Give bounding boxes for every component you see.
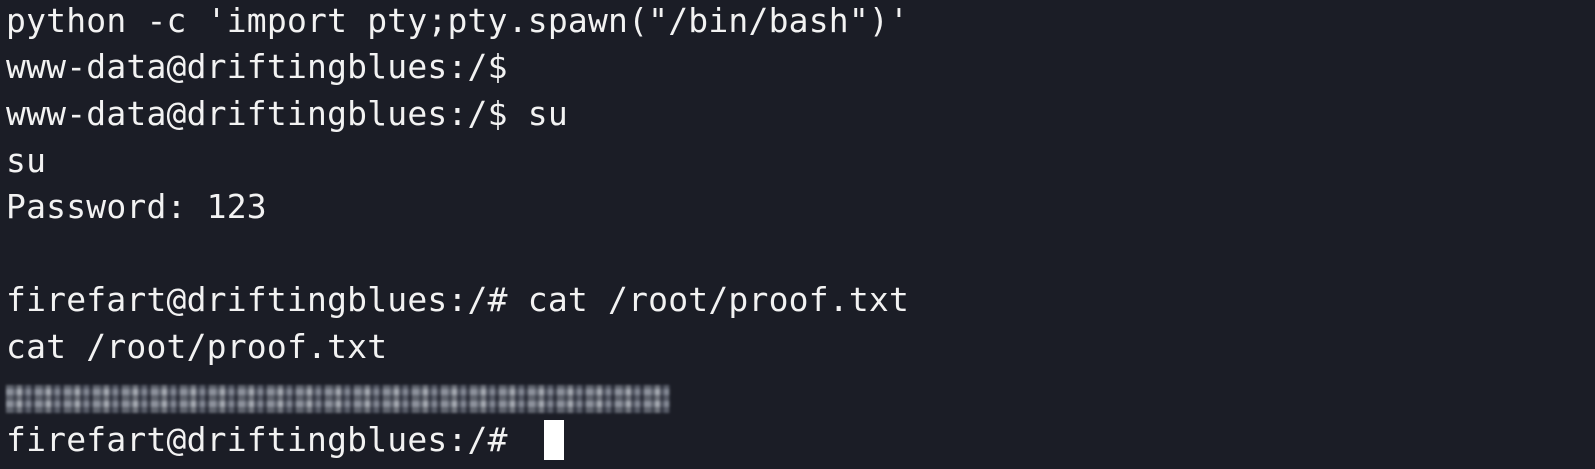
terminal-window[interactable]: python -c 'import pty;pty.spawn("/bin/ba…	[0, 0, 1595, 469]
terminal-line-cat-echo: cat /root/proof.txt	[6, 327, 388, 366]
terminal-line-prompt-su: www-data@driftingblues:/$ su	[6, 94, 568, 133]
terminal-line-su-echo: su	[6, 141, 47, 180]
terminal-line-root-cat: firefart@driftingblues:/# cat /root/proo…	[6, 280, 910, 319]
terminal-cursor[interactable]	[544, 420, 564, 460]
terminal-line-password: Password: 123	[6, 187, 267, 226]
terminal-line-prompt-www-data: www-data@driftingblues:/$	[6, 47, 508, 86]
terminal-line-python-pty: python -c 'import pty;pty.spawn("/bin/ba…	[6, 1, 910, 40]
terminal-line-root-prompt: firefart@driftingblues:/#	[6, 420, 528, 459]
redacted-proof-hash	[6, 385, 670, 413]
